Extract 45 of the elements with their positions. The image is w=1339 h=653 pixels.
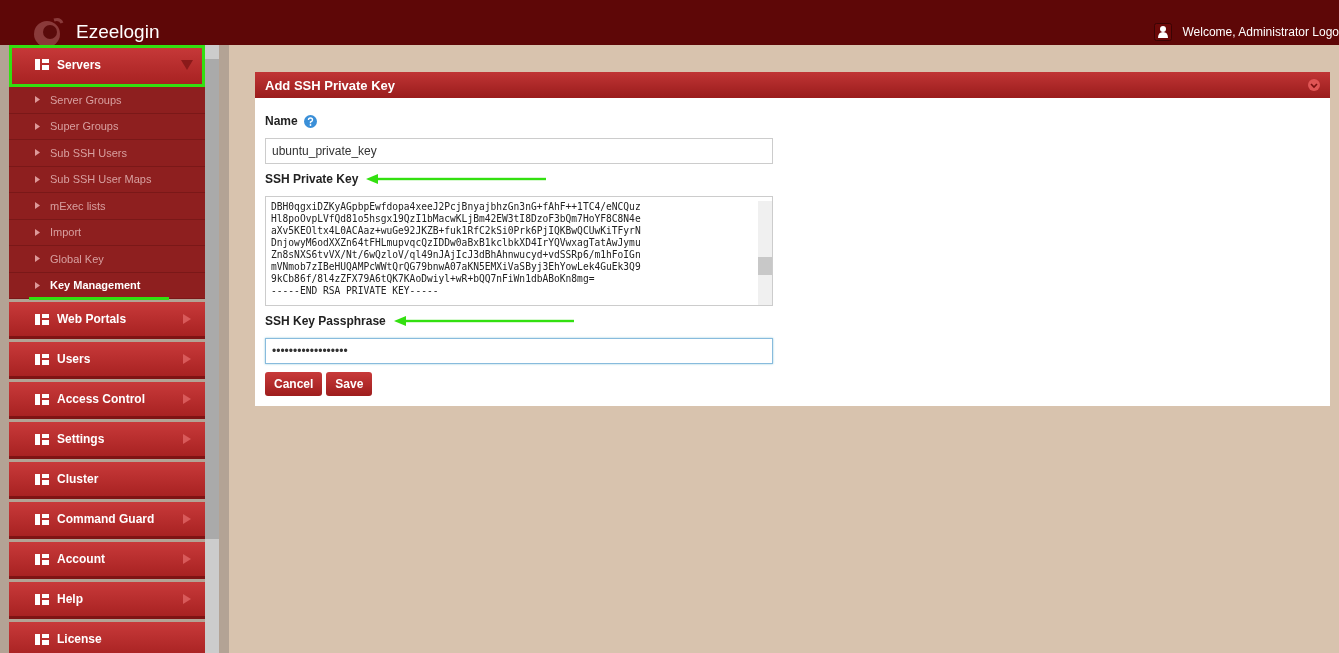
sidebar-section[interactable]: Help xyxy=(9,582,205,619)
sidebar-section[interactable]: Users xyxy=(9,342,205,379)
menu-icon xyxy=(35,312,49,326)
sidebar-section[interactable]: Servers xyxy=(9,45,205,87)
bullet-icon xyxy=(35,281,40,289)
welcome-text: Welcome, Administrator Logo xyxy=(1182,24,1339,39)
bullet-icon xyxy=(35,122,40,130)
menu-icon xyxy=(35,472,49,486)
field-label: SSH Private Key xyxy=(265,172,359,186)
name-input-field[interactable]: ubuntu_private_key xyxy=(265,138,773,164)
sidebar-section[interactable]: Settings xyxy=(9,422,205,459)
sidebar-section[interactable]: Access Control xyxy=(9,382,205,419)
sidebar-section[interactable]: Command Guard xyxy=(9,502,205,539)
menu-icon xyxy=(35,632,49,646)
brand-name: Ezeelogin xyxy=(76,20,160,43)
sidebar-section[interactable]: Cluster xyxy=(9,462,205,499)
bullet-icon xyxy=(35,175,40,183)
private-key-field[interactable]: DBH0qgxiDZKyAGpbpEwfdopa4xeeJ2PcjBnyajbhzGn3nG+fAhF++1TC4/eNCQuz Hl8poOvpLVfQd81o5hsgx19QzI1bMacwKLjBm42EW3tI8DzoF3bQm7HoYF8C8N4e aXv5KEOltx4L0ACAaz+wuGe92JKZB+fuk1RfC2kSi0Prk6PjIQKBwQCUwKiTFyrN DnjowyM6odXXZn64tFHLmupvqcQzIDDw0aBxB1kclbkXD4IrYQVwxagTatAwJymu Zn8sNXS6tvVX/Nt/6wQzloV/ql49nJAjIcJ3dBhAhnwucyd+vdSSRp6/m1hFoIGn mVNmob7zIBeHUQAMPcWWtQrQG79bnwA07aKN5EMXiVaSByj3EhYowLek4GuEk3Q9 9kCb86f/8l4zZFX79A6tQK7KAoDwiyl+wR+bQQ7nFiWn1dbABoKn8mg= -----END RSA PRIVATE KEY----- xyxy=(265,196,773,306)
sidebar-section[interactable]: License xyxy=(9,622,205,653)
scrollbar[interactable] xyxy=(758,201,772,305)
save-button[interactable]: Save xyxy=(326,372,373,396)
help-icon[interactable] xyxy=(303,114,317,128)
menu-icon xyxy=(35,552,49,566)
menu-icon xyxy=(35,592,49,606)
submenu-item[interactable]: Key Management xyxy=(9,272,205,299)
panel-title: Add SSH Private Key xyxy=(265,77,396,93)
collapse-icon[interactable] xyxy=(1308,79,1320,91)
bullet-icon xyxy=(35,149,40,157)
scrollbar[interactable] xyxy=(205,45,219,653)
bullet-icon xyxy=(35,255,40,263)
bullet-icon xyxy=(35,202,40,210)
bullet-icon xyxy=(35,228,40,236)
sidebar-section[interactable]: Account xyxy=(9,542,205,579)
sidebar-section[interactable]: Web Portals xyxy=(9,302,205,339)
user-icon[interactable] xyxy=(1154,22,1173,41)
menu-icon xyxy=(35,58,49,71)
menu-icon xyxy=(35,432,49,446)
menu-icon xyxy=(35,352,49,366)
menu-icon xyxy=(35,392,49,406)
passphrase-input-field[interactable]: •••••••••••••••••• xyxy=(265,338,773,364)
cancel-button[interactable]: Cancel xyxy=(265,372,323,396)
bullet-icon xyxy=(35,96,40,104)
menu-icon xyxy=(35,512,49,526)
field-label: SSH Key Passphrase xyxy=(265,314,386,328)
field-label: Name xyxy=(265,114,298,128)
